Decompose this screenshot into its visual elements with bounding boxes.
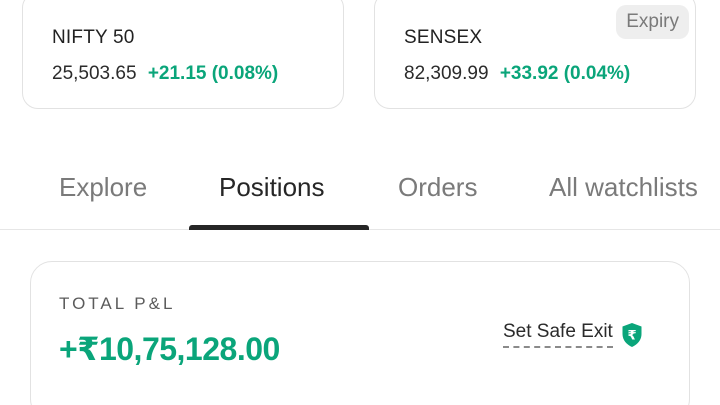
expiry-badge: Expiry [616,5,689,39]
index-value-row: 25,503.65 +21.15 (0.08%) [52,63,278,85]
index-name: SENSEX [404,27,483,48]
tab-explore[interactable]: Explore [59,172,147,203]
total-pnl-label: TOTAL P&L [59,294,176,313]
index-value-row: 82,309.99 +33.92 (0.04%) [404,63,630,85]
index-name: NIFTY 50 [52,27,135,48]
positions-screen: NIFTY 50 25,503.65 +21.15 (0.08%) Expiry… [0,0,720,405]
tab-all-watchlists[interactable]: All watchlists [549,172,698,203]
tab-bar: Explore Positions Orders All watchlists [0,160,720,230]
index-value: 82,309.99 [404,63,489,84]
set-safe-exit-label: Set Safe Exit [503,321,613,348]
index-card-nifty[interactable]: NIFTY 50 25,503.65 +21.15 (0.08%) [22,0,344,109]
active-tab-indicator [189,225,369,230]
svg-text:₹: ₹ [627,328,636,343]
index-change: +33.92 (0.04%) [499,63,631,84]
rupee-shield-icon: ₹ [621,322,643,348]
tab-positions[interactable]: Positions [219,172,325,203]
index-change: +21.15 (0.08%) [147,63,279,84]
index-card-sensex[interactable]: Expiry SENSEX 82,309.99 +33.92 (0.04%) [374,0,696,109]
total-pnl-value: +₹10,75,128.00 [59,331,280,367]
tab-orders[interactable]: Orders [398,172,477,203]
total-pnl-card: TOTAL P&L +₹10,75,128.00 Set Safe Exit ₹ [30,261,690,405]
set-safe-exit-button[interactable]: Set Safe Exit ₹ [503,321,643,348]
index-value: 25,503.65 [52,63,137,84]
